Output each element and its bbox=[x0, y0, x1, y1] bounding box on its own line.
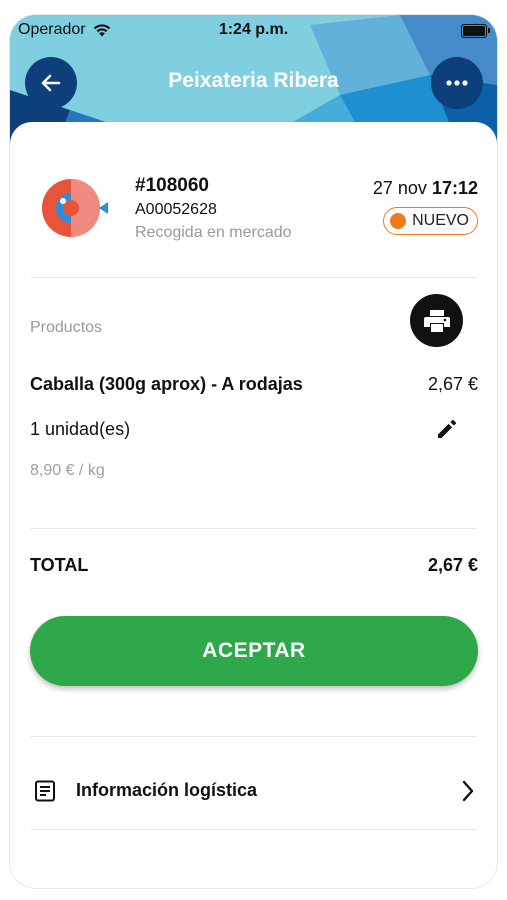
back-button[interactable] bbox=[25, 57, 77, 109]
product-quantity: 1 unidad(es) bbox=[30, 419, 131, 439]
status-dot-icon bbox=[390, 213, 407, 229]
screen: Operador 1:24 p.m. Peixateria Ribera #10… bbox=[10, 15, 497, 888]
order-date: 27 nov bbox=[372, 178, 427, 198]
more-dots-icon bbox=[446, 80, 468, 86]
logistics-info-row[interactable]: Información logística bbox=[30, 752, 478, 829]
divider bbox=[30, 528, 477, 529]
order-delivery-type: Recogida en mercado bbox=[135, 224, 292, 241]
edit-quantity-button[interactable] bbox=[433, 415, 461, 443]
store-title: Peixateria Ribera bbox=[168, 69, 339, 92]
print-button[interactable] bbox=[410, 294, 463, 347]
app-screen: Operador 1:24 p.m. Peixateria Ribera #10… bbox=[0, 0, 507, 900]
order-card: #108060 A00052628 Recogida en mercado 27… bbox=[10, 122, 497, 888]
order-number: #108060 bbox=[135, 175, 209, 196]
document-list-icon bbox=[32, 778, 58, 804]
product-name: Caballa (300g aprox) - A rodajas bbox=[30, 374, 303, 394]
order-code: A00052628 bbox=[135, 201, 217, 218]
more-options-button[interactable] bbox=[431, 57, 483, 109]
edit-pencil-icon bbox=[438, 420, 456, 438]
products-heading: Productos bbox=[30, 319, 103, 336]
status-badge: NUEVO bbox=[383, 207, 478, 235]
product-price: 2,67 € bbox=[427, 374, 478, 394]
fish-logo-icon bbox=[42, 179, 108, 237]
total-value: 2,67 € bbox=[427, 555, 478, 575]
product-unit-price: 8,90 € / kg bbox=[30, 462, 105, 479]
total-label: TOTAL bbox=[30, 555, 89, 575]
status-time: 1:24 p.m. bbox=[218, 21, 289, 38]
logistics-label: Información logística bbox=[76, 780, 258, 800]
back-arrow-icon bbox=[41, 74, 61, 92]
order-time: 17:12 bbox=[431, 178, 478, 198]
status-bar: Operador 1:24 p.m. bbox=[10, 15, 497, 47]
accept-button[interactable]: ACEPTAR bbox=[30, 616, 478, 686]
divider bbox=[30, 736, 477, 737]
divider bbox=[30, 277, 477, 278]
status-label: NUEVO bbox=[412, 212, 469, 229]
print-icon bbox=[423, 309, 450, 332]
battery-icon bbox=[461, 24, 490, 38]
chevron-right-icon bbox=[458, 779, 478, 803]
order-datetime: 27 nov 17:12 bbox=[373, 178, 478, 199]
divider bbox=[30, 829, 477, 830]
store-logo bbox=[41, 174, 109, 242]
